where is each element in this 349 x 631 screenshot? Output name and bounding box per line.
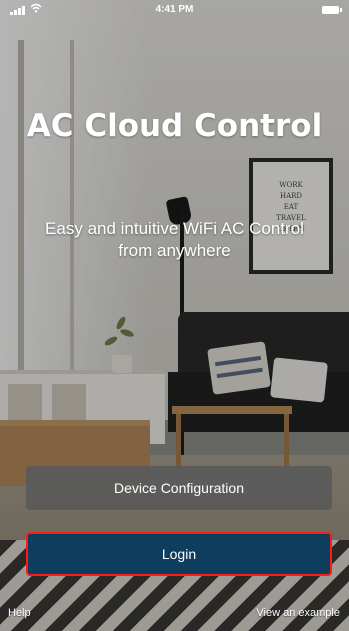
help-link[interactable]: Help <box>8 607 31 619</box>
subtitle-line: from anywhere <box>118 241 231 260</box>
login-button[interactable]: Login <box>26 532 332 576</box>
subtitle-line: Easy and intuitive WiFi AC Control <box>45 219 304 238</box>
status-time: 4:41 PM <box>155 4 194 15</box>
app-title: AC Cloud Control <box>26 108 323 144</box>
app-subtitle: Easy and intuitive WiFi AC Control from … <box>10 218 339 262</box>
device-configuration-button[interactable]: Device Configuration <box>26 466 332 510</box>
status-bar: 4:41 PM <box>0 0 349 20</box>
battery-icon <box>322 6 342 14</box>
device-configuration-label: Device Configuration <box>114 480 244 496</box>
app-screen: WORK HARD EAT TRAVEL OFTEN 4:41 PM AC Cl… <box>0 0 349 631</box>
view-example-link[interactable]: View an example <box>256 607 340 619</box>
login-label: Login <box>161 546 197 562</box>
